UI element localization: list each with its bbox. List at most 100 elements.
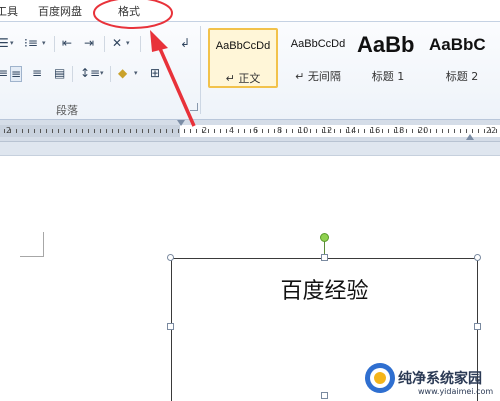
align-left-icon[interactable]: ≡ — [0, 66, 8, 80]
shading-icon[interactable]: ◆ — [118, 66, 127, 80]
ruler-tick — [106, 129, 107, 133]
resize-handle-bottom[interactable] — [321, 392, 328, 399]
ruler-tick — [154, 129, 155, 133]
style-no-spacing-preview: AaBbCcDd — [290, 38, 346, 50]
styles-gallery: AaBbCcDd ↵ 正文 AaBbCcDd ↵ 无间隔 AaBb 标题 1 A… — [205, 28, 500, 96]
ruler-tick — [472, 129, 473, 133]
ruler-tick — [286, 129, 287, 133]
ruler-tick — [58, 129, 59, 133]
ruler-tick — [466, 129, 467, 133]
ruler-tick — [34, 129, 35, 133]
ruler-tick — [262, 129, 263, 133]
ruler-tick — [412, 129, 413, 133]
ruler-tick — [220, 129, 221, 133]
line-spacing-icon[interactable]: ↕≡ — [80, 66, 100, 80]
style-heading-2[interactable]: AaBbC 标题 2 — [427, 28, 497, 88]
ruler-tick — [4, 129, 5, 133]
ruler-tick — [400, 129, 401, 133]
ruler-tick — [250, 129, 251, 133]
rotation-handle[interactable] — [320, 233, 329, 242]
ribbon-tab-bar: 工具 百度网盘 格式 — [0, 0, 500, 22]
ruler-tick — [322, 129, 323, 133]
ruler-tick — [292, 129, 293, 133]
ruler-tick — [490, 129, 491, 133]
ruler-tick — [46, 129, 47, 133]
ruler-tick — [190, 129, 191, 133]
right-indent-marker[interactable] — [466, 134, 474, 140]
resize-handle-top-right[interactable] — [474, 254, 481, 261]
align-center-icon[interactable]: ≡ — [10, 66, 23, 82]
style-normal-name: ↵ 正文 — [225, 72, 261, 85]
ruler-tick — [100, 129, 101, 133]
align-right-icon[interactable]: ≡ — [32, 66, 42, 80]
ruler-tick — [280, 129, 281, 133]
resize-handle-right[interactable] — [474, 323, 481, 330]
ruler-tick — [64, 129, 65, 133]
ruler-tick — [76, 129, 77, 133]
ruler-tick — [382, 129, 383, 133]
justify-icon[interactable]: ▤ — [54, 66, 65, 80]
style-heading-1[interactable]: AaBb 标题 1 — [353, 28, 423, 88]
resize-handle-left[interactable] — [167, 323, 174, 330]
tab-tools[interactable]: 工具 — [0, 3, 18, 19]
ruler-tick — [430, 129, 431, 133]
ruler-tick — [16, 129, 17, 133]
line-spacing-dropdown-icon[interactable]: ▾ — [100, 66, 104, 80]
separator — [110, 66, 111, 82]
ruler-tick — [334, 129, 335, 133]
ruler-tick — [328, 129, 329, 133]
first-line-indent-marker[interactable] — [177, 120, 185, 126]
ruler-tick — [406, 129, 407, 133]
ruler-tick — [496, 129, 497, 133]
ruler-tick — [94, 129, 95, 133]
show-marks-icon[interactable]: ↲ — [180, 36, 190, 50]
ruler-tick — [418, 129, 419, 133]
style-heading-1-preview: AaBb — [357, 32, 415, 57]
bullets-icon[interactable]: ☰ — [0, 36, 9, 50]
ruler-tick — [28, 129, 29, 133]
ruler-tick — [298, 129, 299, 133]
style-no-spacing[interactable]: AaBbCcDd ↵ 无间隔 — [283, 28, 353, 88]
ruler-tick — [142, 129, 143, 133]
ruler-tick — [304, 129, 305, 133]
ruler-tick — [370, 129, 371, 133]
ruler-tick — [238, 129, 239, 133]
ruler-tick — [184, 129, 185, 133]
resize-handle-top-left[interactable] — [167, 254, 174, 261]
style-normal-preview: AaBbCcDd — [215, 40, 271, 52]
decrease-indent-icon[interactable]: ⇤ — [62, 36, 72, 50]
ruler-tick — [172, 129, 173, 133]
ruler-tick — [388, 129, 389, 133]
ruler-tick — [160, 129, 161, 133]
tab-baidu-netdisk[interactable]: 百度网盘 — [38, 3, 82, 19]
tab-format[interactable]: 格式 — [118, 3, 140, 19]
style-normal[interactable]: AaBbCcDd ↵ 正文 — [208, 28, 278, 88]
ruler-tick — [148, 129, 149, 133]
ruler-tick — [310, 129, 311, 133]
multilevel-list-dropdown-icon[interactable]: ▾ — [42, 36, 46, 50]
ruler-tick — [244, 129, 245, 133]
ruler-tick — [118, 129, 119, 133]
multilevel-list-icon[interactable]: ⁝≡ — [24, 36, 38, 50]
resize-handle-top[interactable] — [321, 254, 328, 261]
horizontal-ruler[interactable]: 2 2 4 6 8 10 12 14 16 18 20 22 — [0, 120, 500, 142]
ruler-tick — [478, 129, 479, 133]
ruler-tick — [364, 129, 365, 133]
bullets-dropdown-icon[interactable]: ▾ — [10, 36, 14, 50]
ruler-label: 22 — [486, 126, 497, 135]
increase-indent-icon[interactable]: ⇥ — [84, 36, 94, 50]
chinese-layout-dropdown-icon[interactable]: ▾ — [126, 36, 130, 50]
shading-dropdown-icon[interactable]: ▾ — [134, 66, 138, 80]
ruler-tick — [268, 129, 269, 133]
borders-icon[interactable]: ⊞ — [150, 66, 160, 80]
sort-icon[interactable]: ↕ — [150, 36, 160, 50]
separator — [54, 36, 55, 52]
ruler-tick — [52, 129, 53, 133]
ruler-tick — [208, 129, 209, 133]
watermark-logo-icon — [365, 363, 395, 393]
paragraph-dialog-launcher[interactable] — [190, 103, 198, 111]
text-box-content[interactable]: 百度经验 — [172, 273, 477, 305]
chinese-layout-icon[interactable]: ✕ — [112, 36, 122, 50]
ruler-tick — [202, 129, 203, 133]
style-heading-2-name: 标题 2 — [445, 70, 479, 83]
